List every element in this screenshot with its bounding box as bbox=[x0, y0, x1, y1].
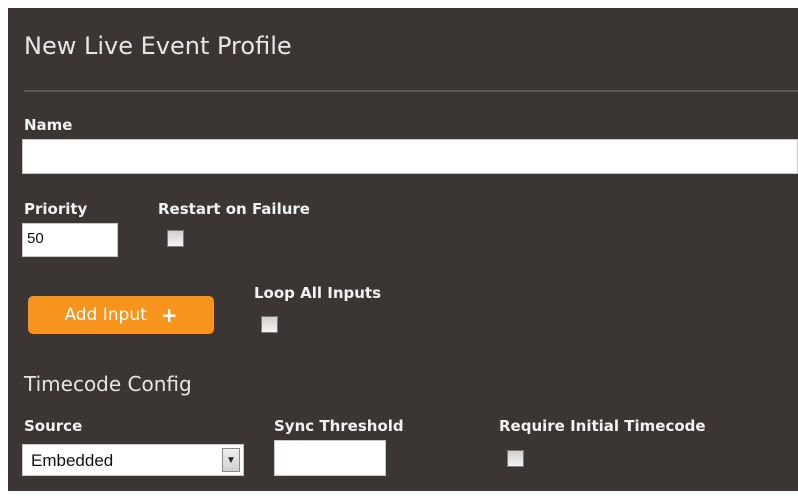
add-input-button[interactable]: Add Input + bbox=[28, 296, 214, 334]
restart-on-failure-checkbox[interactable] bbox=[167, 230, 184, 247]
title-divider bbox=[24, 90, 798, 92]
require-initial-timecode-label: Require Initial Timecode bbox=[499, 417, 706, 435]
source-label: Source bbox=[24, 417, 83, 435]
live-event-profile-panel: New Live Event Profile Name Priority 50 … bbox=[8, 8, 798, 491]
source-select[interactable]: Embedded ▼ bbox=[22, 444, 244, 476]
priority-label: Priority bbox=[24, 200, 88, 218]
add-input-label: Add Input bbox=[64, 305, 147, 325]
name-label: Name bbox=[24, 116, 73, 134]
loop-all-inputs-checkbox[interactable] bbox=[261, 316, 278, 333]
priority-input[interactable]: 50 bbox=[22, 223, 118, 257]
restart-on-failure-label: Restart on Failure bbox=[158, 200, 310, 218]
loop-all-inputs-label: Loop All Inputs bbox=[254, 284, 382, 302]
plus-icon: + bbox=[160, 303, 178, 327]
sync-threshold-label: Sync Threshold bbox=[274, 417, 404, 435]
source-selected-value: Embedded bbox=[31, 451, 114, 470]
page-title: New Live Event Profile bbox=[24, 32, 292, 60]
name-input[interactable] bbox=[22, 139, 798, 174]
sync-threshold-input[interactable] bbox=[274, 440, 386, 476]
timecode-config-title: Timecode Config bbox=[24, 372, 192, 396]
require-initial-timecode-checkbox[interactable] bbox=[507, 450, 524, 467]
chevron-down-icon[interactable]: ▼ bbox=[222, 448, 240, 472]
